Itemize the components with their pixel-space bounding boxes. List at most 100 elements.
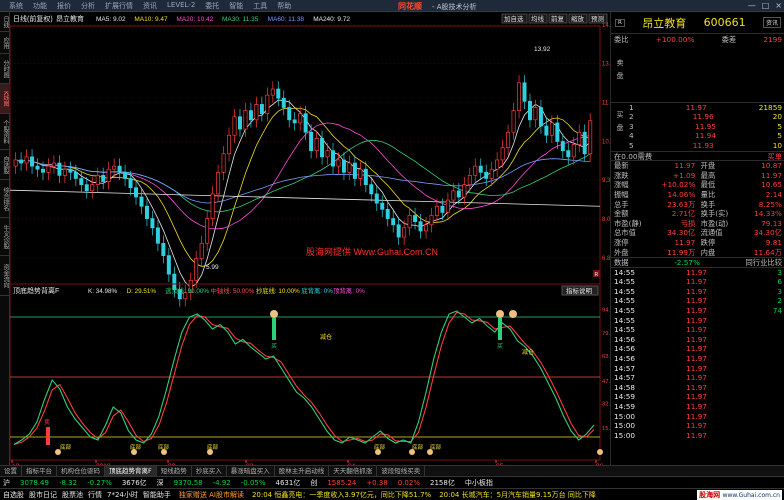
indicator-tab[interactable]: 机构仓位驱码 [57,465,105,477]
window-button[interactable]: — [748,1,756,10]
candle-body [287,107,292,121]
candle-body [243,110,248,130]
trade-volume [758,373,782,383]
order-volume: 21859 [758,102,782,112]
menu-item[interactable]: 扩展行情 [100,1,138,11]
menu-item[interactable]: 智能 [224,1,248,11]
candle-body [374,193,379,204]
indicator-tab[interactable]: 暴涨暗盘买入 [227,465,275,477]
indicator-tab[interactable]: 顶底趋势背离F [105,465,157,477]
buy-order-row[interactable]: 1 11.97 21859 [611,103,784,113]
candle-body [166,255,171,275]
candle-body [84,184,89,192]
candle-body [205,218,210,244]
candle-body [112,165,117,170]
sidebar-item[interactable]: 资金流向 [0,256,10,296]
candle-body [325,150,330,158]
trade-row: 14:55 11.97 [611,316,784,326]
trade-time: 14:55 [614,315,636,325]
indicator-tab[interactable]: 天天翻倍抓涨 [329,465,378,477]
candle-body [30,156,35,167]
trade-list[interactable]: 14:55 11.97 3 14:55 11.97 6 14:55 11.97 3 14:55 11… [611,268,784,441]
indicator-name: 顶底趋势背离F [13,286,59,295]
bottom-label: 底部 [430,443,442,451]
indicator-tab[interactable]: 设置 [0,465,22,477]
buy-order-row[interactable]: 5 11.93 10 [611,141,784,151]
sidebar-item[interactable]: 牛叉诊股 [0,218,10,256]
sidebar-item[interactable]: 分时图 [0,54,10,84]
candle-body [139,196,144,207]
candle-body [101,175,106,182]
buy-signal-bar [498,318,502,340]
news-item-1[interactable]: 20:04 恒鑫亮电：一季度收入3.97亿元，同比下降51.7% [252,490,431,500]
candle-body [298,113,303,124]
menu-item[interactable]: 委托 [200,1,224,11]
quote-field: 涨跌 [614,170,629,180]
bottom-link[interactable]: 股票池 [62,490,83,500]
indicator-tab[interactable]: 短线趋势 [157,465,192,477]
bottom-link[interactable]: 股市日记 [29,490,57,500]
quote-field: +1.09 [672,170,696,180]
sidebar-item[interactable]: 自选股 [0,150,10,180]
order-level: 5 [629,140,634,150]
bottom-link[interactable]: 自选股 [3,490,24,500]
candle-body [128,178,133,189]
quote-field: 10.65 [761,180,782,190]
indicator-tab[interactable]: 抄底买入 [192,465,227,477]
buy-order-row[interactable]: 3 11.95 5 [611,122,784,132]
menu-item[interactable]: 帮助 [272,1,296,11]
buy-tag[interactable]: 买单 [767,152,782,161]
trade-price: 11.97 [686,363,707,373]
candle-body [380,202,385,210]
bottom-link[interactable]: 7*24小时 [107,490,138,500]
bottom-link[interactable]: 智能助手 [143,490,171,500]
sidebar-item[interactable]: 应用 [0,32,10,54]
info-button[interactable]: 资讯 [762,17,781,28]
menu-item[interactable]: 系统 [4,1,28,11]
window-button[interactable]: × [775,1,782,10]
menu-item[interactable]: 分析 [76,1,100,11]
indicator-tick: 79.35% [602,331,610,337]
trade-time: 14:57 [614,363,636,373]
reduce-label: 减仓 [522,348,534,356]
candle-body [413,215,418,223]
indicator-value: 顶背离: 0% [333,286,365,295]
menu-item[interactable]: LEVEL-2 [162,1,200,11]
header-left-tag[interactable]: R [615,18,625,27]
trade-row: 14:55 11.97 3 [611,268,784,278]
bottom-link[interactable]: 行情 [88,490,102,500]
indicator-tab[interactable]: 股林主升启动线 [275,465,330,477]
menu-item[interactable]: 工具 [248,1,272,11]
menu-item[interactable]: 功能 [28,1,52,11]
kline-chart[interactable]: 日线(前复权) 昂立教育 MA5: 9.02 MA10: 9.47 MA20: 10… [9,12,622,470]
quote-field: 11.97 [674,161,696,171]
candle-body [62,168,67,176]
candle-body [281,97,286,108]
trade-volume [758,316,782,326]
news-item-2[interactable]: 20:04 长城汽车：5月汽车销量9.15万台 同比下降 [439,490,596,500]
menu-item[interactable]: 报价 [52,1,76,11]
indicator-lines [13,310,595,446]
sell-label: 卖盘 [616,58,624,85]
trade-time: 14:57 [614,373,636,383]
menu-item[interactable]: 资讯 [138,1,162,11]
top-marker [509,310,517,318]
window-button[interactable]: □ [762,1,770,10]
candle-body [577,131,582,145]
sidebar-item[interactable]: K线图 [0,84,10,114]
sidebar-item[interactable]: 个股资料 [0,114,10,150]
promo-text[interactable]: 独家赠送 AI股市解读 [179,490,244,500]
candle-body [473,165,478,176]
indicator-tab[interactable]: 指标平台 [22,465,57,477]
sidebar-item[interactable]: 综合排名 [0,180,10,218]
sidebar-item[interactable]: 日线 [0,12,10,32]
trade-price: 11.97 [686,277,707,287]
trade-volume [758,412,782,422]
buy-order-row[interactable]: 4 11.94 5 [611,131,784,141]
buy-order-row[interactable]: 2 11.96 20 [611,112,784,122]
quote-field: 涨停 [614,237,629,247]
candle-body [13,159,18,167]
indicator-tab[interactable]: 波段短线买卖 [377,465,426,477]
trade-volume [758,364,782,374]
quote-field: 14.33% [754,209,782,219]
